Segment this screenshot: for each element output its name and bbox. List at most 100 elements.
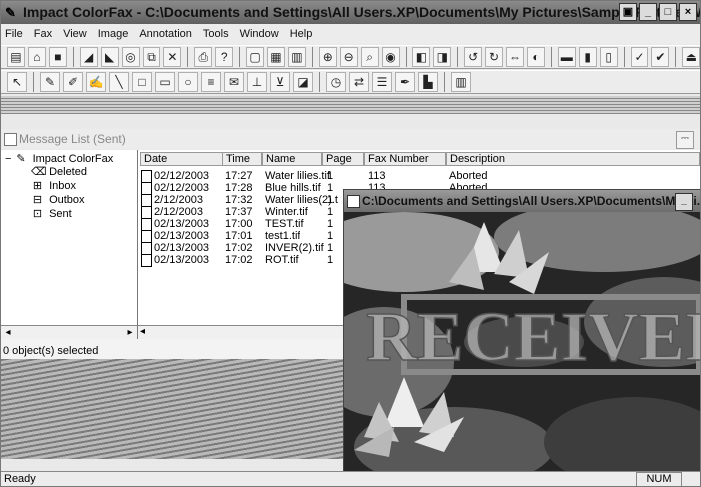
scroll-left-icon[interactable]: ◂ bbox=[140, 326, 145, 337]
close-button[interactable]: × bbox=[679, 3, 697, 21]
next-page-icon[interactable]: ◨ bbox=[433, 47, 452, 67]
text-icon[interactable]: ≡ bbox=[201, 72, 221, 92]
sign-icon[interactable]: ⊥ bbox=[247, 72, 267, 92]
table-cell: test1.tif bbox=[265, 230, 301, 242]
brush-icon[interactable]: ✒ bbox=[395, 72, 415, 92]
delete-icon[interactable]: ✕ bbox=[163, 47, 182, 67]
menu-help[interactable]: Help bbox=[290, 24, 313, 44]
zoom-out-icon[interactable]: ⊖ bbox=[339, 47, 358, 67]
save-icon[interactable]: ■ bbox=[48, 47, 67, 67]
scan-icon[interactable]: ◎ bbox=[121, 47, 140, 67]
main-toolbar: ▤ ⌂ ■ ◢ ◣ ◎ ⧉ ✕ ⎙ ? ▢ ▦ ▥ ⊕ ⊖ ⌕ ◉ ◧ ◨ ↺ … bbox=[1, 45, 700, 69]
table-row[interactable]: 02/12/2003 17:27 Water lilies.tif 1 113 Abort… bbox=[138, 170, 700, 183]
stamp-icon[interactable]: ✍ bbox=[86, 72, 106, 92]
align-icon[interactable]: ☰ bbox=[372, 72, 392, 92]
fit-icon[interactable]: ◉ bbox=[381, 47, 400, 67]
new-fax-icon[interactable]: ▤ bbox=[7, 47, 25, 67]
table-cell: TEST.tif bbox=[265, 218, 304, 230]
col-header-date[interactable]: Date bbox=[140, 152, 226, 166]
title-bar[interactable]: ✎ Impact ColorFax - C:\Documents and Set… bbox=[1, 1, 700, 24]
minimize-button[interactable]: _ bbox=[639, 3, 657, 21]
mono-icon[interactable]: ✔ bbox=[651, 47, 670, 67]
menu-file[interactable]: File bbox=[5, 24, 23, 44]
rotate-left-icon[interactable]: ↺ bbox=[464, 47, 483, 67]
tree-item-deleted[interactable]: ⌫ Deleted bbox=[31, 166, 87, 179]
ellipse-icon[interactable]: ○ bbox=[178, 72, 198, 92]
tree-scrollbar[interactable]: ◂ ▸ bbox=[1, 325, 137, 340]
highlighter-icon[interactable]: ✐ bbox=[63, 72, 83, 92]
menu-tools[interactable]: Tools bbox=[203, 24, 229, 44]
rectangle-icon[interactable]: □ bbox=[132, 72, 152, 92]
col-header-page[interactable]: Page bbox=[322, 152, 364, 166]
invert-icon[interactable]: ◐ bbox=[526, 47, 545, 67]
tree-root[interactable]: − ✎ Impact ColorFax bbox=[5, 153, 113, 166]
print-icon[interactable]: ⎙ bbox=[194, 47, 213, 67]
tree-root-label: Impact ColorFax bbox=[32, 153, 114, 165]
scroll-left-icon[interactable]: ◂ bbox=[1, 326, 15, 340]
view-list-icon[interactable]: ▥ bbox=[287, 47, 306, 67]
flip-icon[interactable]: ⇔ bbox=[506, 47, 524, 67]
clock-icon[interactable]: ◷ bbox=[326, 72, 346, 92]
message-list-title: Message List (Sent) bbox=[19, 132, 126, 146]
tree-item-sent[interactable]: ⊡ Sent bbox=[31, 208, 72, 221]
freehand-icon[interactable]: ✎ bbox=[40, 72, 60, 92]
color-icon[interactable]: ✓ bbox=[630, 47, 649, 67]
maximize-button[interactable]: □ bbox=[659, 3, 677, 21]
minimize-button[interactable]: _ bbox=[675, 193, 693, 211]
separator bbox=[457, 47, 459, 67]
levels-icon[interactable]: ▮ bbox=[578, 47, 597, 67]
menu-window[interactable]: Window bbox=[240, 24, 279, 44]
transfer-icon[interactable]: ⇄ bbox=[349, 72, 369, 92]
colorfax-logo-icon: ✎ bbox=[16, 153, 26, 165]
outbox-icon: ⊟ bbox=[32, 194, 43, 206]
collapse-icon[interactable]: − bbox=[5, 153, 11, 165]
zoom-in-icon[interactable]: ⊕ bbox=[318, 47, 337, 67]
erase-icon[interactable]: ⊻ bbox=[270, 72, 290, 92]
col-header-name[interactable]: Name bbox=[262, 152, 322, 166]
send-icon[interactable]: ◢ bbox=[79, 47, 98, 67]
folder-tree: − ✎ Impact ColorFax ⌫ Deleted ⊞ Inbox ⊟ … bbox=[1, 150, 138, 340]
exit-icon[interactable]: ⏏ bbox=[682, 47, 700, 67]
restore-small-button[interactable]: ▣ bbox=[619, 3, 637, 21]
table-cell: Blue hills.tif bbox=[265, 182, 321, 194]
table-cell: 2/12/2003 bbox=[154, 206, 203, 218]
channels-icon[interactable]: ▯ bbox=[599, 47, 618, 67]
image-annotation-icon[interactable]: ◪ bbox=[293, 72, 313, 92]
paste-icon[interactable]: ▙ bbox=[418, 72, 438, 92]
water-lilies-image[interactable]: RECEIVED bbox=[344, 212, 701, 481]
menu-view[interactable]: View bbox=[63, 24, 87, 44]
receive-icon[interactable]: ◣ bbox=[100, 47, 119, 67]
open-icon[interactable]: ⌂ bbox=[27, 47, 46, 67]
pointer-icon[interactable]: ↖ bbox=[7, 72, 27, 92]
image-viewer-titlebar[interactable]: C:\Documents and Settings\All Users.XP\D… bbox=[344, 190, 700, 212]
background-hatch bbox=[1, 359, 343, 459]
sent-folder-icon: ⊡ bbox=[32, 208, 43, 220]
separator bbox=[623, 47, 625, 67]
col-header-time[interactable]: Time bbox=[222, 152, 262, 166]
table-scrollbar[interactable]: ◂ bbox=[138, 325, 343, 340]
col-header-fax-number[interactable]: Fax Number bbox=[364, 152, 446, 166]
zoom-icon[interactable]: ⌕ bbox=[360, 47, 379, 67]
menu-fax[interactable]: Fax bbox=[34, 24, 52, 44]
help-icon[interactable]: ? bbox=[215, 47, 234, 67]
view-grid-icon[interactable]: ▦ bbox=[266, 47, 285, 67]
view-single-icon[interactable]: ▢ bbox=[246, 47, 264, 67]
menu-image[interactable]: Image bbox=[98, 24, 129, 44]
tree-item-inbox[interactable]: ⊞ Inbox bbox=[31, 180, 76, 193]
copy-icon[interactable]: ⧉ bbox=[142, 47, 161, 67]
menu-annotation[interactable]: Annotation bbox=[139, 24, 192, 44]
separator bbox=[239, 47, 241, 67]
table-cell: 17:00 bbox=[225, 218, 253, 230]
col-header-description[interactable]: Description bbox=[446, 152, 700, 166]
contrast-icon[interactable]: ▬ bbox=[557, 47, 576, 67]
prev-page-icon[interactable]: ◧ bbox=[412, 47, 431, 67]
note-icon[interactable]: ✉ bbox=[224, 72, 244, 92]
panel-restore-button[interactable]: ⎓ bbox=[676, 131, 694, 149]
clipboard-icon[interactable]: ▥ bbox=[451, 72, 471, 92]
table-cell: 17:01 bbox=[225, 230, 253, 242]
rotate-right-icon[interactable]: ↻ bbox=[485, 47, 504, 67]
scroll-right-icon[interactable]: ▸ bbox=[123, 326, 137, 340]
filled-rectangle-icon[interactable]: ▭ bbox=[155, 72, 175, 92]
tree-item-outbox[interactable]: ⊟ Outbox bbox=[31, 194, 85, 207]
line-icon[interactable]: ╲ bbox=[109, 72, 129, 92]
